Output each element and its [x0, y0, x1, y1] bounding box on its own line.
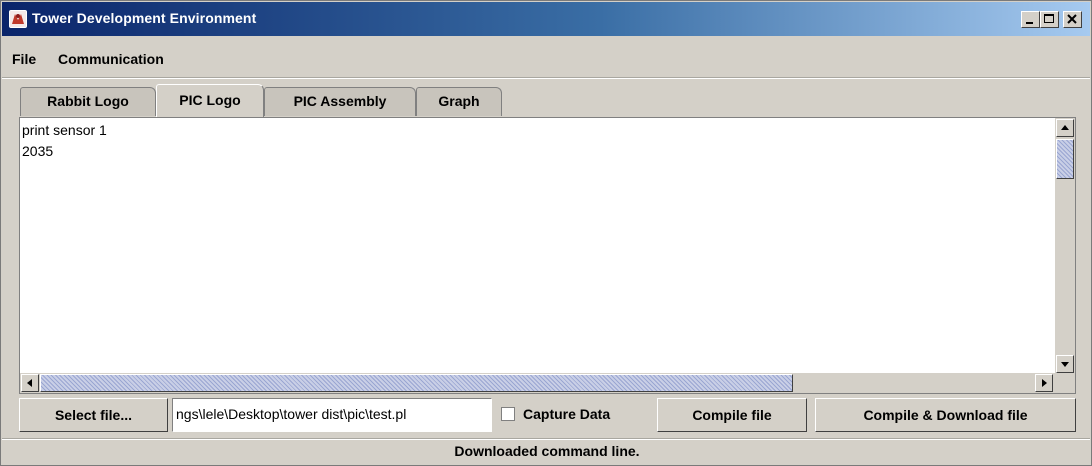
menu-file[interactable]: File — [12, 51, 36, 67]
editor-line: print sensor 1 — [22, 122, 107, 138]
scroll-down-button[interactable] — [1056, 355, 1074, 373]
scroll-corner — [1055, 373, 1075, 393]
select-file-button[interactable]: Select file... — [19, 398, 168, 432]
tab-pic-assembly[interactable]: PIC Assembly — [264, 87, 416, 116]
tower-app-icon — [9, 10, 27, 28]
tab-rabbit-logo[interactable]: Rabbit Logo — [20, 87, 156, 116]
scroll-up-button[interactable] — [1056, 119, 1074, 137]
editor-line: 2035 — [22, 143, 54, 159]
scroll-right-button[interactable] — [1035, 374, 1053, 392]
horizontal-scroll-thumb[interactable] — [40, 374, 793, 392]
capture-data-label: Capture Data — [523, 406, 611, 422]
horizontal-scrollbar[interactable] — [20, 373, 1055, 393]
menu-bar: File Communication — [2, 45, 1090, 71]
editor-content[interactable]: print sensor 1 2035 — [22, 120, 1056, 372]
compile-file-button[interactable]: Compile file — [657, 398, 807, 432]
scroll-left-button[interactable] — [21, 374, 39, 392]
title-bar[interactable]: Tower Development Environment — [2, 2, 1090, 36]
minimize-button[interactable] — [1021, 11, 1040, 28]
status-message: Downloaded command line. — [454, 443, 640, 459]
code-text-area[interactable]: print sensor 1 2035 — [19, 117, 1076, 394]
capture-checkbox-box[interactable] — [501, 407, 515, 421]
menu-divider — [2, 77, 1090, 79]
vertical-scrollbar[interactable] — [1055, 118, 1075, 374]
tab-graph[interactable]: Graph — [416, 87, 502, 116]
vertical-scroll-thumb[interactable] — [1056, 139, 1074, 179]
window-title: Tower Development Environment — [32, 10, 257, 26]
menu-communication[interactable]: Communication — [58, 51, 164, 67]
file-path-field[interactable]: ngs\lele\Desktop\tower dist\pic\test.pl — [172, 398, 492, 432]
status-divider — [2, 438, 1090, 440]
compile-download-button[interactable]: Compile & Download file — [815, 398, 1076, 432]
close-button[interactable] — [1063, 11, 1082, 28]
app-window: Tower Development Environment File Commu… — [0, 0, 1092, 466]
tab-pic-logo[interactable]: PIC Logo — [156, 84, 264, 117]
maximize-button[interactable] — [1040, 11, 1059, 28]
